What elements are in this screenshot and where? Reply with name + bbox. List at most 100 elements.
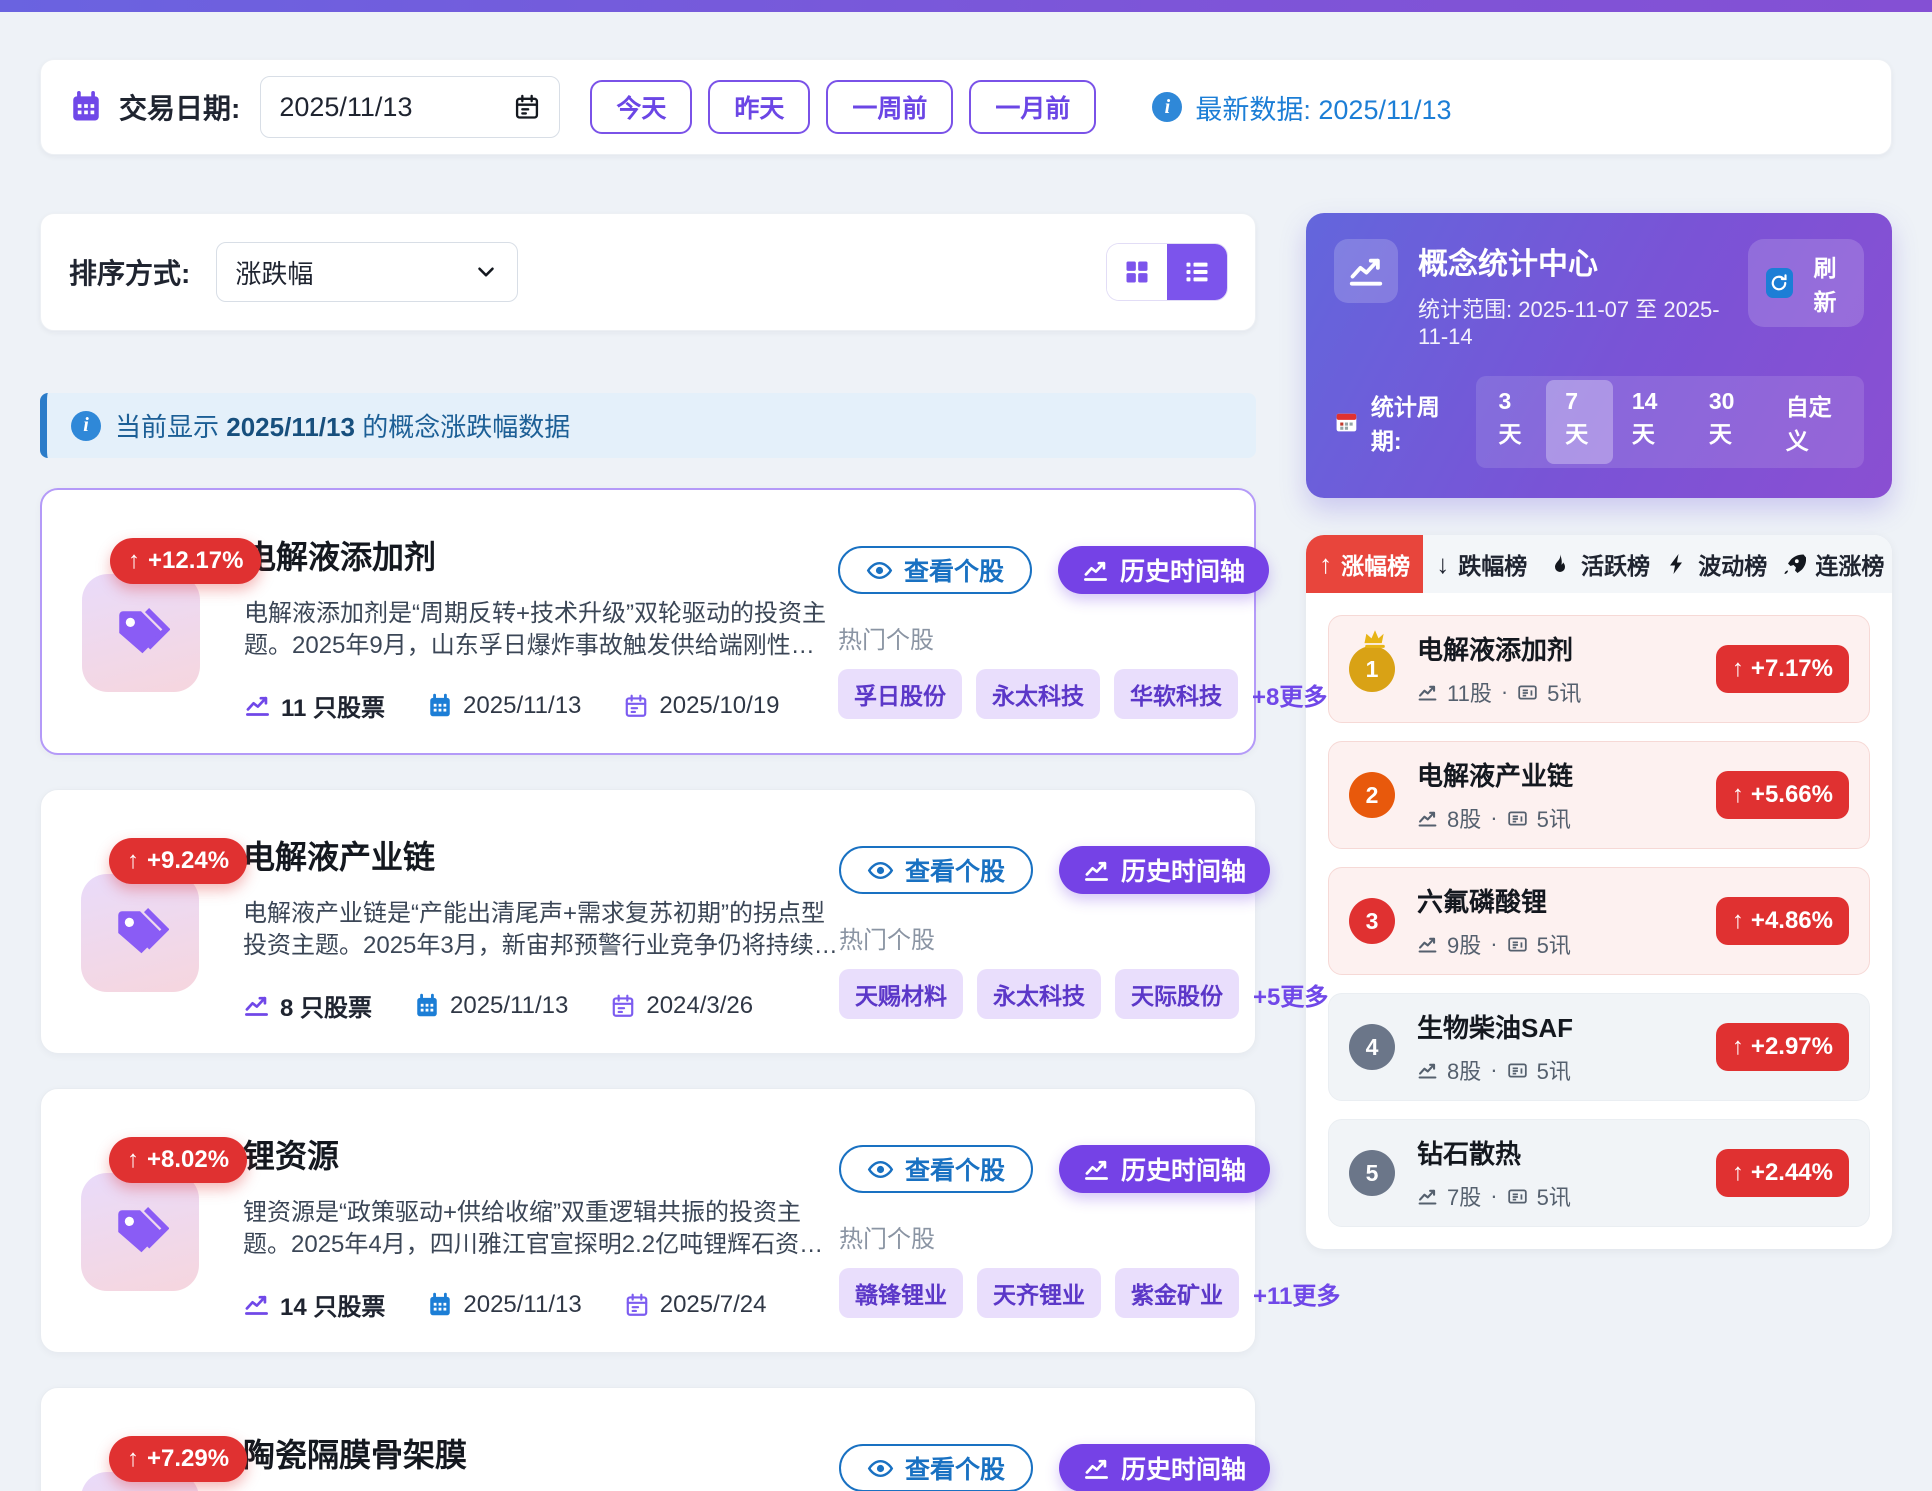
period-3d[interactable]: 3天	[1480, 380, 1547, 464]
grid-view-button[interactable]	[1107, 244, 1167, 300]
chart-icon	[1082, 557, 1109, 584]
rank-item[interactable]: 2 电解液产业链 8股 · 5讯 ↑+5.66%	[1328, 741, 1870, 849]
history-timeline-button[interactable]: 历史时间轴	[1059, 1444, 1270, 1491]
update-date: 2025/11/13	[427, 1291, 581, 1319]
list-icon	[1183, 258, 1211, 286]
more-stocks-link[interactable]: +5更多	[1253, 977, 1328, 1012]
concept-description: 锂资源是“政策驱动+供给收缩”双重逻辑共振的投资主题。2025年4月，四川雅江官…	[243, 1197, 839, 1261]
stock-tag[interactable]: 永太科技	[976, 669, 1100, 719]
quick-range-today-button[interactable]: 今天	[590, 80, 692, 134]
stock-tag[interactable]: 天赐材料	[839, 969, 963, 1019]
rank-badge: 1	[1349, 646, 1395, 692]
history-timeline-button[interactable]: 历史时间轴	[1059, 846, 1270, 894]
quick-range-month-ago-button[interactable]: 一月前	[969, 80, 1096, 134]
hot-stocks-label: 热门个股	[839, 920, 1215, 955]
tab-losers[interactable]: ↓跌幅榜	[1423, 535, 1540, 593]
top-accent-bar	[0, 0, 1932, 12]
info-icon: i	[1152, 92, 1182, 122]
up-arrow-icon: ↑	[127, 847, 139, 875]
refresh-button[interactable]: 刷新	[1748, 239, 1864, 327]
stock-tag[interactable]: 天际股份	[1115, 969, 1239, 1019]
more-stocks-link[interactable]: +11更多	[1253, 1276, 1340, 1311]
datepicker-icon[interactable]	[513, 93, 541, 121]
period-14d[interactable]: 14天	[1613, 380, 1690, 464]
up-arrow-icon: ↑	[1732, 1159, 1744, 1187]
period-30d[interactable]: 30天	[1690, 380, 1767, 464]
rank-change-badge: ↑+4.86%	[1716, 897, 1849, 945]
rank-item[interactable]: 4 生物柴油SAF 8股 · 5讯 ↑+2.97%	[1328, 993, 1870, 1101]
change-badge: ↑+7.29%	[109, 1436, 247, 1482]
trade-date-input[interactable]: 2025/11/13	[260, 76, 560, 138]
hot-stocks-label: 热门个股	[838, 620, 1214, 655]
more-stocks-link[interactable]: +8更多	[1252, 677, 1327, 712]
quick-range-group: 今天 昨天 一周前 一月前	[590, 80, 1096, 134]
calendar-outline-icon	[623, 693, 649, 719]
up-arrow-icon: ↑	[1732, 1033, 1744, 1061]
tab-gainers[interactable]: ↑涨幅榜	[1306, 535, 1423, 593]
origin-date: 2024/3/26	[610, 992, 753, 1020]
rank-concept-title: 生物柴油SAF	[1417, 1008, 1573, 1045]
chart-icon	[1417, 682, 1438, 703]
stock-tag[interactable]: 永太科技	[977, 969, 1101, 1019]
tag-icon	[111, 904, 169, 962]
stock-tag[interactable]: 华软科技	[1114, 669, 1238, 719]
trade-date-label: 交易日期:	[119, 87, 240, 127]
rank-badge: 5	[1349, 1150, 1395, 1196]
stats-chart-icon	[1334, 239, 1398, 303]
calendar-icon	[69, 90, 103, 124]
rank-item[interactable]: 1 电解液添加剂 11股 · 5讯 ↑+7.1	[1328, 615, 1870, 723]
chart-icon	[1417, 1060, 1438, 1081]
stock-tag[interactable]: 天齐锂业	[977, 1268, 1101, 1318]
chart-icon	[1083, 1156, 1110, 1183]
eye-icon	[867, 1455, 894, 1482]
view-stocks-button[interactable]: 查看个股	[839, 846, 1033, 894]
period-custom[interactable]: 自定义	[1767, 380, 1860, 464]
quick-range-yesterday-button[interactable]: 昨天	[708, 80, 810, 134]
concept-title: 电解液添加剂	[244, 532, 838, 578]
stock-count: 11 只股票	[244, 688, 385, 723]
period-label: 统计周期:	[1371, 388, 1460, 456]
sort-select[interactable]: 涨跌幅	[216, 242, 518, 302]
tab-streak[interactable]: 连涨榜	[1775, 535, 1892, 593]
eye-icon	[866, 557, 893, 584]
grid-icon	[1123, 258, 1151, 286]
up-arrow-icon: ↑	[127, 1445, 139, 1473]
stock-tag[interactable]: 赣锋锂业	[839, 1268, 963, 1318]
change-badge: ↑+12.17%	[110, 538, 261, 584]
quick-range-week-ago-button[interactable]: 一周前	[826, 80, 953, 134]
chart-icon	[1083, 1455, 1110, 1482]
news-icon	[1507, 808, 1528, 829]
rank-item[interactable]: 5 钻石散热 7股 · 5讯 ↑+2.44%	[1328, 1119, 1870, 1227]
stock-tag[interactable]: 紫金矿业	[1115, 1268, 1239, 1318]
view-stocks-button[interactable]: 查看个股	[839, 1444, 1033, 1491]
history-timeline-button[interactable]: 历史时间轴	[1058, 546, 1269, 594]
current-display-banner: i 当前显示 2025/11/13 的概念涨跌幅数据	[40, 393, 1256, 458]
sort-select-value: 涨跌幅	[235, 254, 313, 291]
concept-title: 电解液产业链	[243, 832, 839, 878]
trade-date-toolbar: 交易日期: 2025/11/13 今天 昨天 一周前 一月前 i 最新数据: 2…	[40, 59, 1892, 155]
mini-calendar-icon	[1334, 408, 1359, 436]
sort-toolbar: 排序方式: 涨跌幅	[40, 213, 1256, 331]
stock-tag[interactable]: 孚日股份	[838, 669, 962, 719]
rank-stock-count: 8股	[1447, 802, 1481, 834]
tab-active[interactable]: 活跃榜	[1540, 535, 1657, 593]
tab-volatility[interactable]: 波动榜	[1658, 535, 1775, 593]
down-arrow-icon: ↓	[1436, 549, 1449, 580]
concept-description: 电解液产业链是“产能出清尾声+需求复苏初期”的拐点型投资主题。2025年3月，新…	[243, 898, 839, 962]
sort-label: 排序方式:	[69, 252, 190, 292]
view-stocks-button[interactable]: 查看个股	[839, 1145, 1033, 1193]
rank-concept-title: 电解液产业链	[1417, 756, 1573, 793]
period-7d[interactable]: 7天	[1546, 380, 1613, 464]
list-view-button[interactable]	[1167, 244, 1227, 300]
origin-date: 2025/7/24	[624, 1291, 767, 1319]
history-timeline-button[interactable]: 历史时间轴	[1059, 1145, 1270, 1193]
view-stocks-button[interactable]: 查看个股	[838, 546, 1032, 594]
concept-avatar	[82, 574, 200, 692]
rank-item[interactable]: 3 六氟磷酸锂 9股 · 5讯 ↑+4.86%	[1328, 867, 1870, 975]
up-arrow-icon: ↑	[1319, 549, 1332, 580]
rank-badge: 4	[1349, 1024, 1395, 1070]
concept-card: ↑+9.24% 电解液产业链 电解液产业链是“产能出清尾声+需求复苏初期”的拐点…	[40, 789, 1256, 1054]
up-arrow-icon: ↑	[1732, 907, 1744, 935]
rank-news-count: 5讯	[1537, 802, 1571, 834]
chart-icon	[1083, 857, 1110, 884]
